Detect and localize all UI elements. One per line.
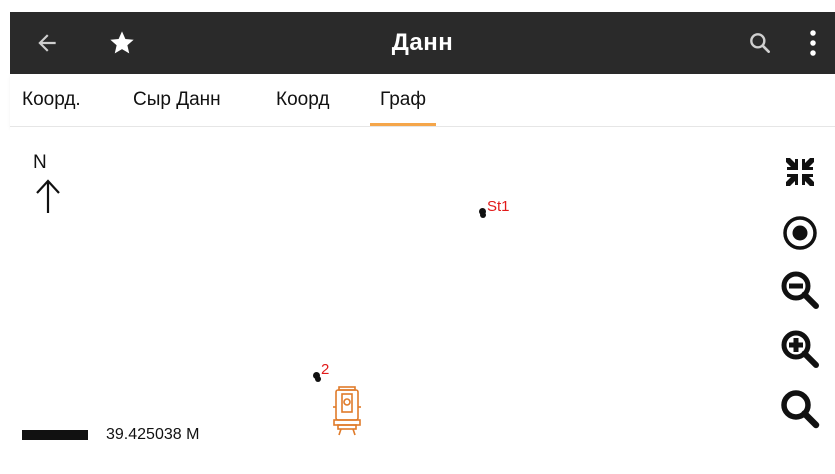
tab-graph[interactable]: Граф: [370, 74, 436, 126]
map-canvas[interactable]: [10, 127, 835, 474]
search-map-icon[interactable]: [778, 387, 822, 431]
map-point-2[interactable]: 2: [312, 361, 342, 387]
north-arrow-icon: [36, 179, 60, 213]
total-station-icon: [333, 386, 361, 436]
locate-icon[interactable]: [778, 211, 822, 255]
app-window: Данн Коорд. Сыр Данн Коорд Граф N St1 2: [0, 0, 835, 474]
more-vertical-icon[interactable]: [806, 28, 820, 58]
tab-coord[interactable]: Коорд: [276, 74, 329, 126]
star-icon[interactable]: [108, 29, 136, 57]
zoom-in-icon[interactable]: [778, 327, 822, 371]
tab-bar: Коорд. Сыр Данн Коорд Граф: [10, 74, 835, 127]
arrow-back-icon[interactable]: [34, 30, 60, 56]
search-icon[interactable]: [747, 30, 773, 56]
point-marker: [480, 212, 486, 218]
scale-bar: [22, 430, 88, 440]
north-label: N: [33, 152, 47, 173]
point-label: 2: [321, 361, 330, 378]
tab-coord-list[interactable]: Коорд.: [22, 74, 81, 126]
scale-label: 39.425038 M: [106, 426, 200, 443]
map-point-st1[interactable]: St1: [478, 198, 528, 222]
tab-raw-data[interactable]: Сыр Данн: [133, 74, 221, 126]
zoom-out-icon[interactable]: [778, 268, 822, 312]
point-label: St1: [487, 198, 510, 215]
top-toolbar: Данн: [10, 12, 835, 74]
fit-extent-icon[interactable]: [778, 150, 822, 194]
